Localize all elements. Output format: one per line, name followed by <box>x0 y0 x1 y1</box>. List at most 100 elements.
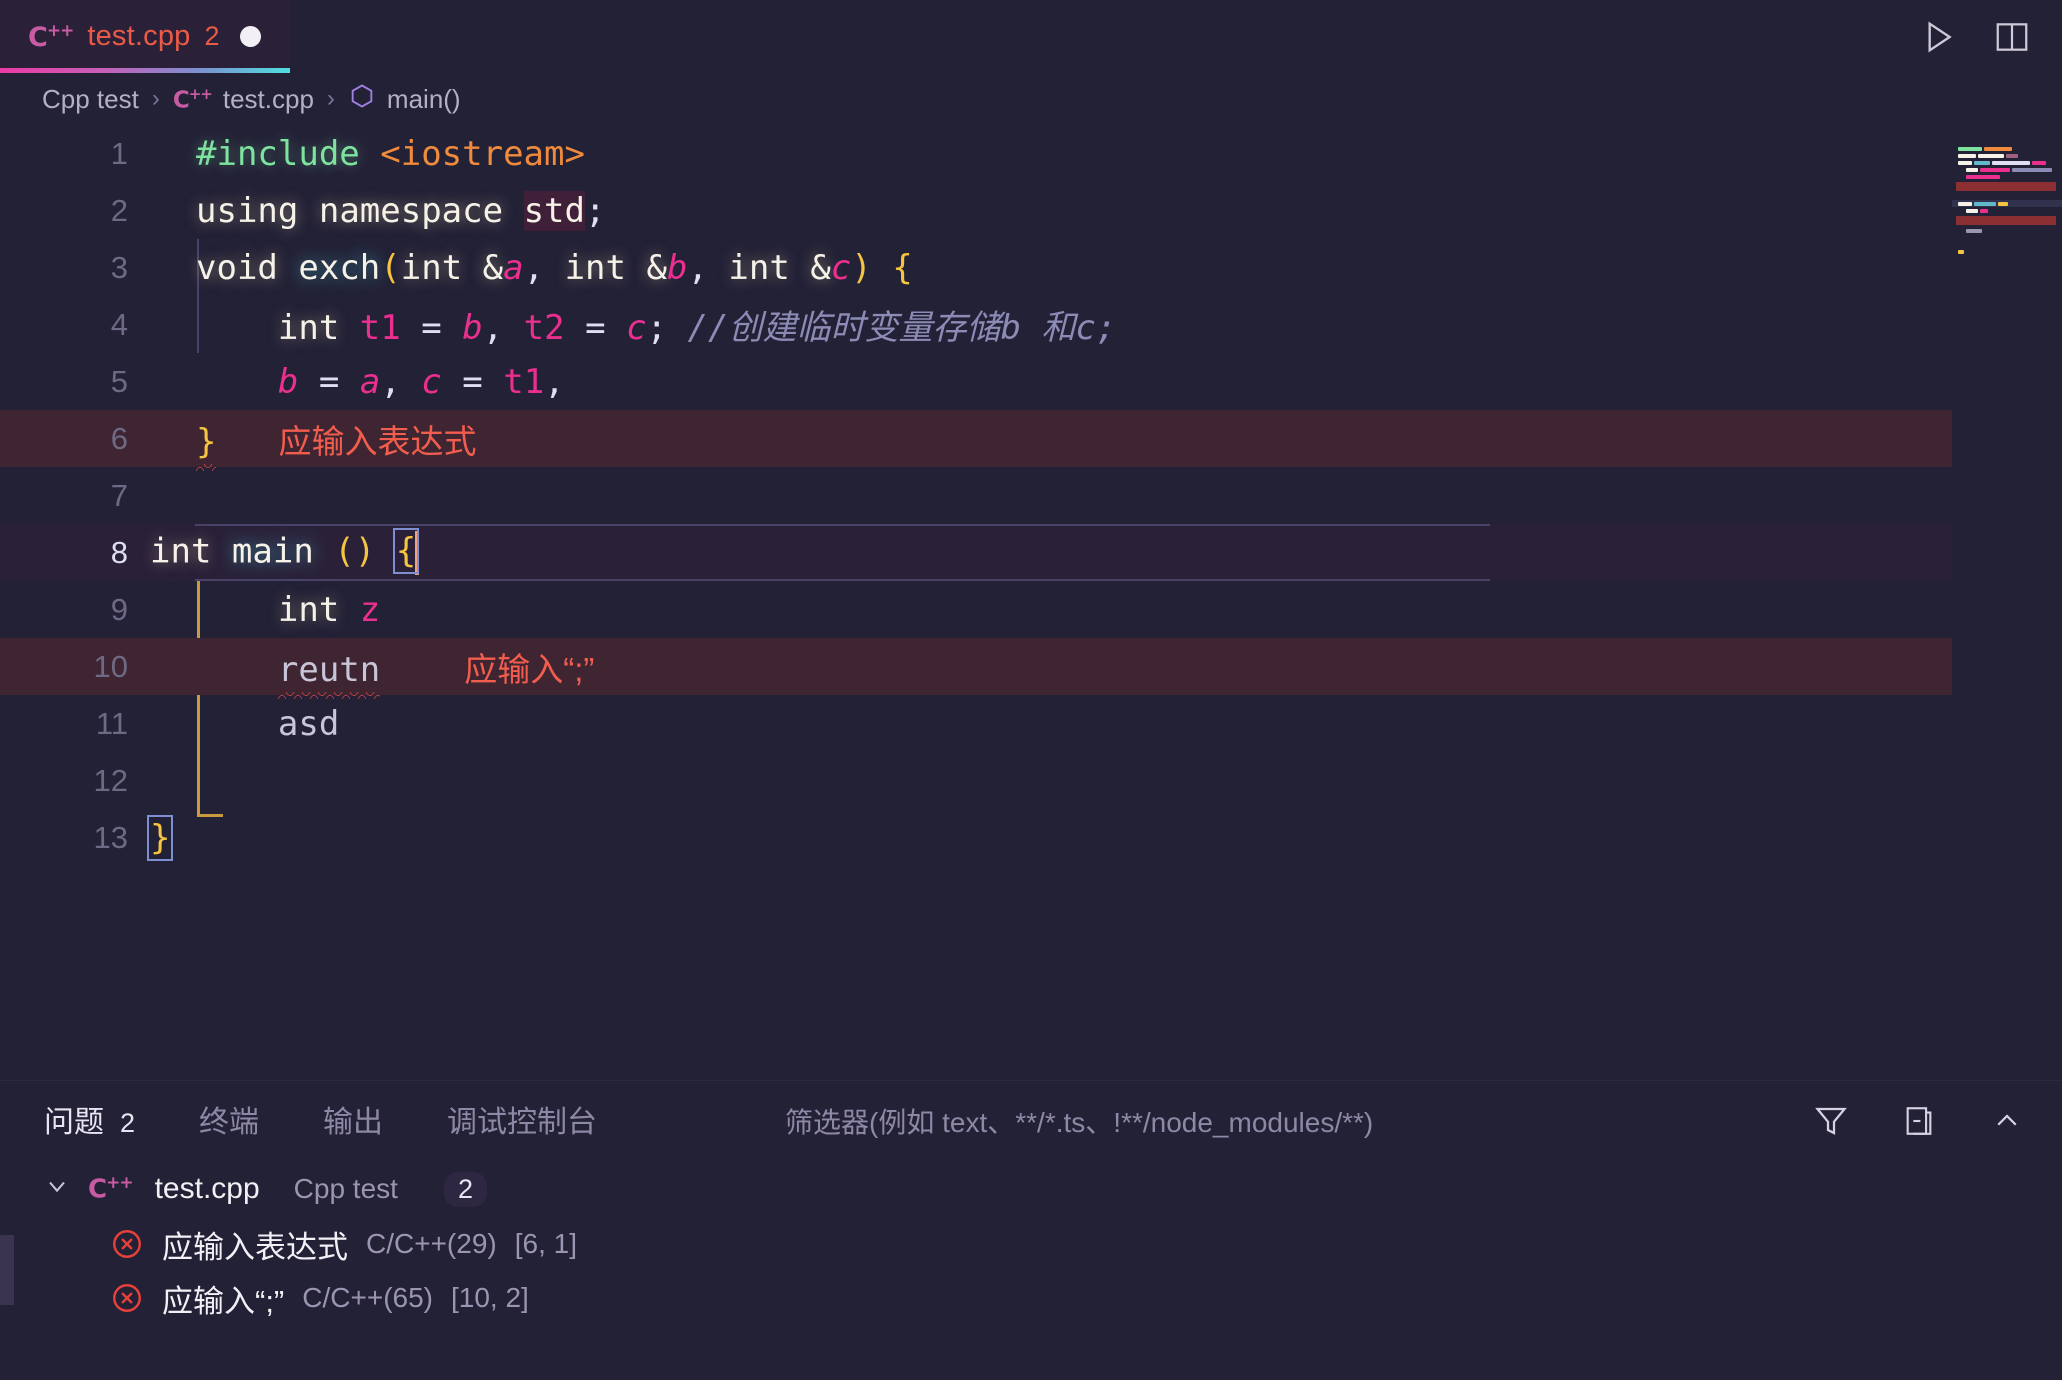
code-line-6[interactable]: 6 } 应输入表达式 <box>0 410 2062 467</box>
minimap-error-marker <box>1956 182 2056 191</box>
code-line-3[interactable]: 3 void exch(int &a, int &b, int &c) { <box>0 239 2062 296</box>
token-brace-open: { <box>892 247 913 288</box>
token-std: std <box>523 190 585 231</box>
token-comma2-l5: , <box>544 361 565 402</box>
inline-error-line-10: 应输入“;” <box>464 650 595 688</box>
problems-file-group[interactable]: C++ test.cpp Cpp test 2 <box>0 1161 2062 1217</box>
token-p2-name: b <box>666 247 688 288</box>
token-int-l4: int <box>277 308 340 348</box>
token-t1: t1 <box>359 308 401 348</box>
token-brace-close-l13: } <box>146 814 174 861</box>
cpp-icon: C++ <box>88 1173 134 1205</box>
line-text-13: } <box>146 814 2062 861</box>
token-b-l4: b <box>462 308 483 348</box>
token-p1-amp: & <box>482 247 504 288</box>
collapse-all-icon[interactable] <box>1898 1100 1940 1142</box>
line-number-3: 3 <box>110 249 128 285</box>
token-void: void <box>196 247 278 288</box>
token-fn-main: main <box>231 531 314 571</box>
token-brace-open-l8: { <box>392 528 420 574</box>
token-eq-2: = <box>585 308 606 348</box>
token-c2: , <box>687 247 729 288</box>
panel-tab-terminal[interactable]: 终端 <box>199 1097 259 1145</box>
cpp-icon: C++ <box>172 84 213 114</box>
chevron-right-icon-2: › <box>326 85 335 112</box>
line-text-5: b = a, c = t1, <box>150 362 2062 402</box>
code-line-5[interactable]: 5 b = a, c = t1, <box>0 353 2062 410</box>
unsaved-dot-icon[interactable] <box>239 26 261 47</box>
split-editor-icon[interactable] <box>1990 15 2034 59</box>
code-line-11[interactable]: 11 asd <box>0 695 2062 752</box>
error-icon <box>110 1227 144 1261</box>
bottom-panel: 问题 2 终端 输出 调试控制台 筛选器(例如 text、**/*.ts、!**… <box>0 1080 2062 1380</box>
token-int-l9: int <box>277 589 340 630</box>
panel-scrollbar[interactable] <box>0 1235 14 1305</box>
breadcrumb-symbol-label: main() <box>386 83 461 114</box>
problem-row[interactable]: 应输入“;” C/C++(65) [10, 2] <box>0 1271 2062 1325</box>
line-number-7: 7 <box>110 477 128 513</box>
line-number-12: 12 <box>93 762 128 798</box>
token-header: <iostream> <box>380 133 585 174</box>
code-line-8[interactable]: 8 int main () { <box>0 524 2062 581</box>
code-line-4[interactable]: 4 int t1 = b, t2 = c; //创建临时变量存储b 和c; <box>0 296 2062 353</box>
problems-filter-input[interactable]: 筛选器(例如 text、**/*.ts、!**/node_modules/**) <box>785 1101 1810 1141</box>
line-number-4: 4 <box>110 306 128 342</box>
filter-icon[interactable] <box>1810 1100 1852 1142</box>
token-p2-amp: & <box>646 247 667 288</box>
line-text-3: void exch(int &a, int &b, int &c) { <box>150 248 2062 288</box>
token-namespace: namespace <box>318 190 504 231</box>
token-t2: t2 <box>523 308 565 348</box>
panel-actions <box>1810 1100 2062 1142</box>
line-text-4: int t1 = b, t2 = c; //创建临时变量存储b 和c; <box>150 300 2062 349</box>
token-b-l5: b <box>277 361 299 402</box>
breadcrumb: Cpp test › C++ test.cpp › main() <box>0 73 2062 125</box>
line-text-9: int z <box>150 590 2062 630</box>
panel-tab-problems-label: 问题 <box>44 1106 104 1139</box>
breadcrumb-symbol[interactable]: main() <box>348 82 461 117</box>
editor-tab-test-cpp[interactable]: C++ test.cpp 2 <box>0 0 290 73</box>
line-text-10: reutn 应输入“;” <box>150 643 2062 691</box>
editor-actions <box>1916 0 2062 73</box>
run-code-icon[interactable] <box>1916 15 1960 59</box>
code-editor[interactable]: 1 #include <iostream> 2 using namespace … <box>0 125 2062 1080</box>
chevron-up-icon[interactable] <box>1986 1100 2028 1142</box>
minimap[interactable] <box>1952 125 2062 1080</box>
panel-tab-output-label: 输出 <box>323 1106 384 1139</box>
panel-tab-output[interactable]: 输出 <box>323 1097 383 1145</box>
code-line-10[interactable]: 10 reutn 应输入“;” <box>0 638 2062 695</box>
line-text-6: } 应输入表达式 <box>150 415 2062 463</box>
line-text-11: asd <box>150 704 2062 744</box>
token-p1-type: int <box>400 247 463 288</box>
line-number-6: 6 <box>110 420 128 456</box>
code-line-7[interactable]: 7 <box>0 467 2062 524</box>
panel-tab-debug-console[interactable]: 调试控制台 <box>447 1097 597 1145</box>
chevron-down-icon[interactable] <box>42 1172 72 1207</box>
breadcrumb-file[interactable]: C++ test.cpp <box>173 84 314 115</box>
token-comma-l4: , <box>482 308 504 348</box>
problem-source: C/C++(29) <box>366 1228 497 1259</box>
line-text-2: using namespace std; <box>150 190 2062 231</box>
inline-error-line-6: 应输入表达式 <box>278 422 477 460</box>
token-eq-l5-1: = <box>318 361 340 402</box>
token-fn-exch: exch <box>298 247 381 288</box>
code-line-9[interactable]: 9 int z <box>0 581 2062 638</box>
panel-tab-problems[interactable]: 问题 2 <box>44 1097 135 1145</box>
problem-message: 应输入表达式 <box>162 1229 348 1265</box>
line-number-10: 10 <box>93 648 128 684</box>
tab-title: test.cpp <box>87 20 191 52</box>
problem-row[interactable]: 应输入表达式 C/C++(29) [6, 1] <box>0 1217 2062 1271</box>
minimap-current-line <box>1952 200 2062 207</box>
problems-file-name: test.cpp <box>154 1172 260 1205</box>
code-line-13[interactable]: 13 } <box>0 809 2062 866</box>
breadcrumb-project[interactable]: Cpp test <box>42 84 139 115</box>
code-line-12[interactable]: 12 <box>0 752 2062 809</box>
symbol-cube-icon <box>348 82 376 117</box>
token-a-l5: a <box>359 361 381 402</box>
breadcrumb-file-label: test.cpp <box>222 83 314 114</box>
tab-problem-badge: 2 <box>204 21 220 51</box>
token-directive: #include <box>196 133 360 174</box>
code-line-2[interactable]: 2 using namespace std; <box>0 182 2062 239</box>
token-semicolon: ; <box>584 190 606 231</box>
problems-file-project: Cpp test <box>293 1173 398 1204</box>
code-line-1[interactable]: 1 #include <iostream> <box>0 125 2062 182</box>
